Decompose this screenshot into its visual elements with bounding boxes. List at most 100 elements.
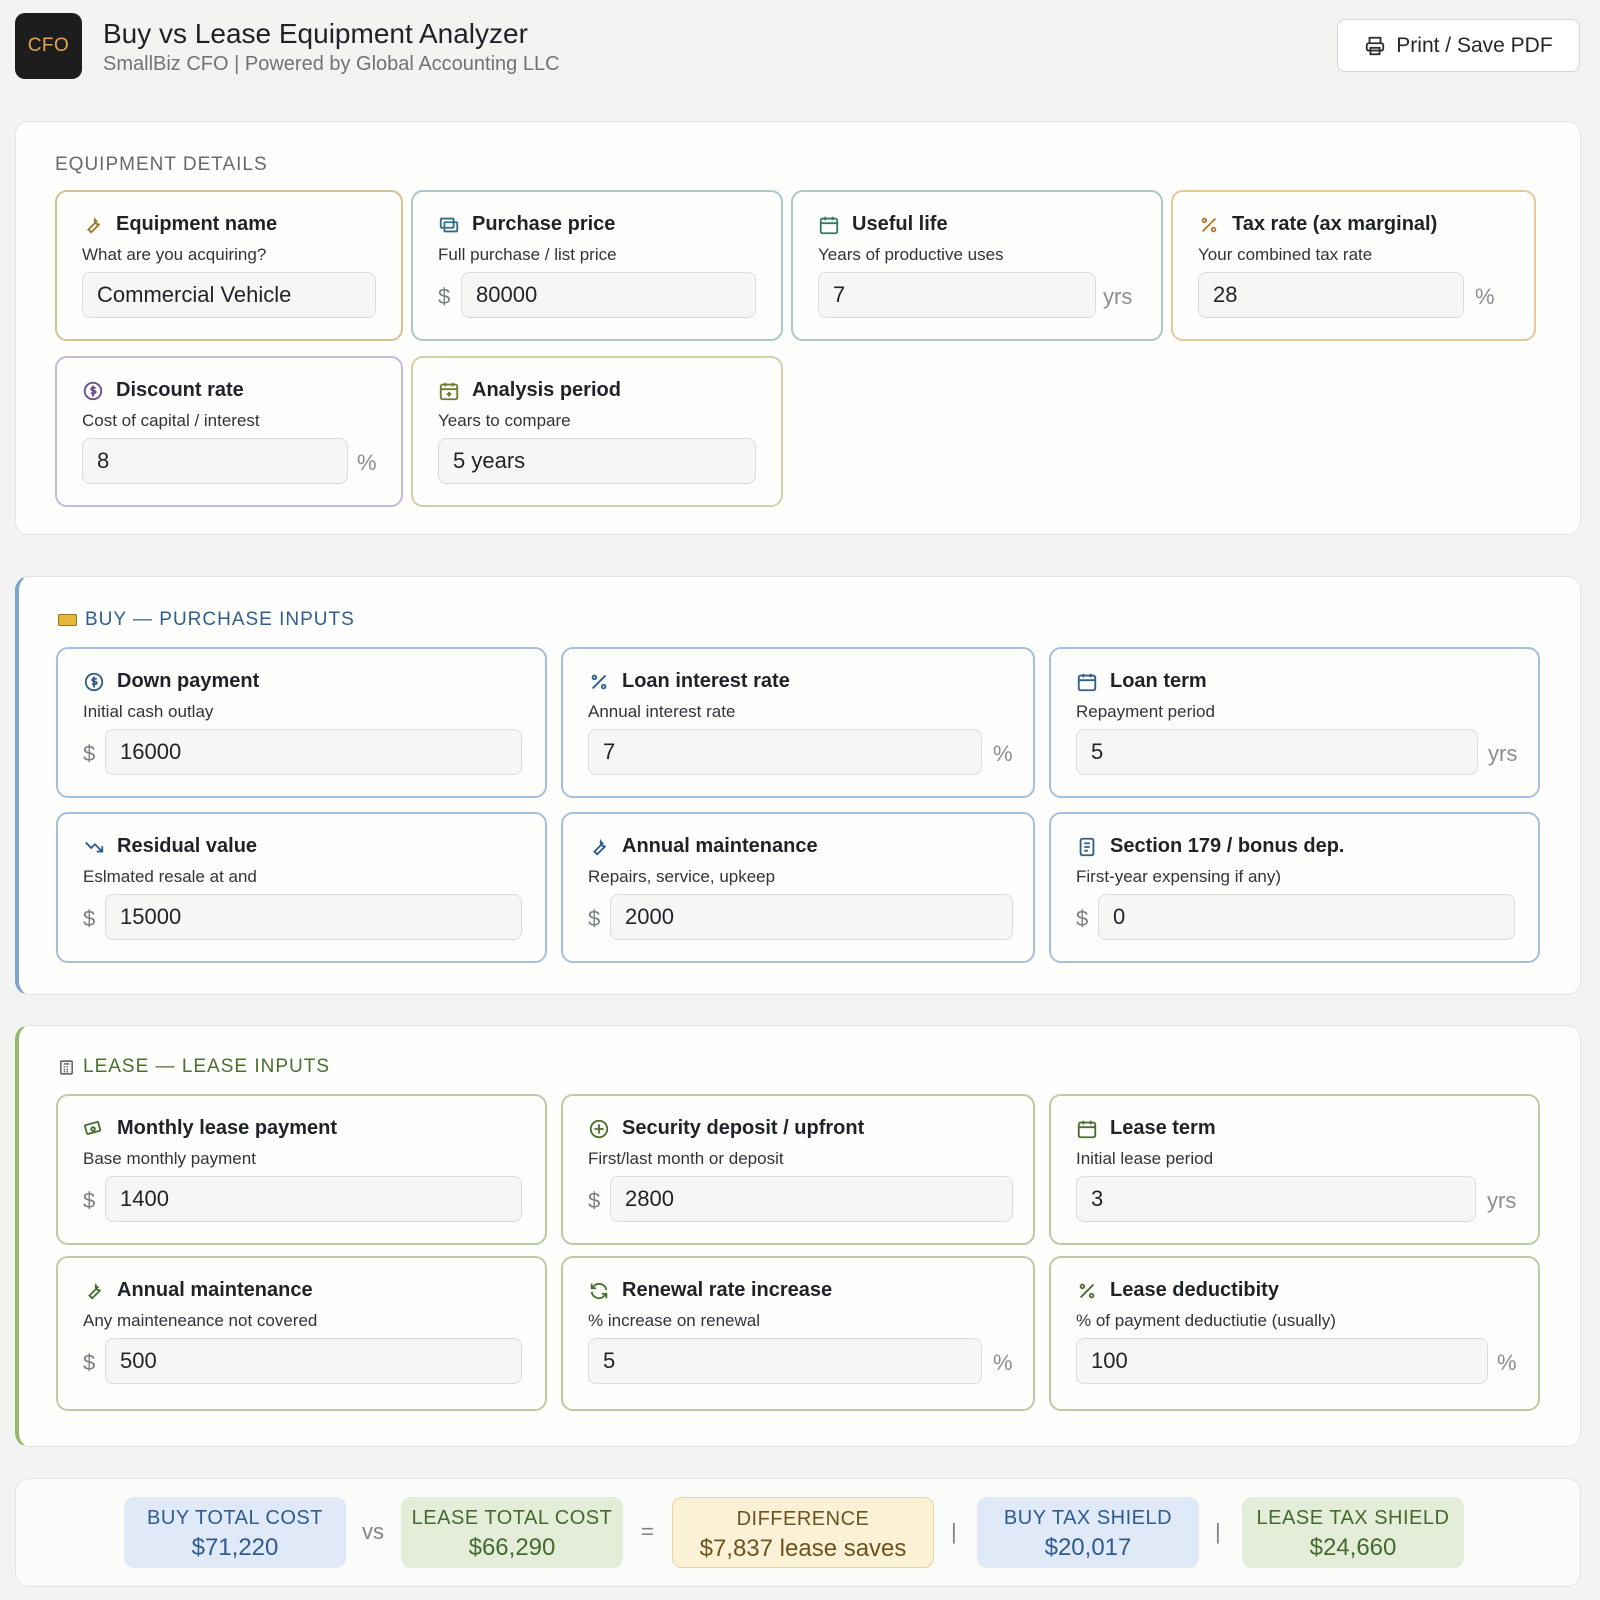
equipment-heading: EQUIPMENT DETAILS — [55, 154, 268, 175]
card-title: Useful life — [852, 213, 948, 235]
card-desc: Years to compare — [438, 411, 571, 430]
calendar-icon — [1077, 673, 1097, 691]
calendar-icon — [1077, 1120, 1097, 1138]
currency-prefix: $ — [1076, 906, 1089, 931]
currency-prefix: $ — [588, 1188, 601, 1213]
unit-suffix: % — [357, 450, 377, 475]
summary-value: $71,220 — [191, 1534, 279, 1561]
security-deposit-input[interactable]: 2800 — [610, 1176, 1013, 1222]
summary-value: $20,017 — [1044, 1534, 1132, 1561]
tax-rate-card: Tax rate (ax marginal) Your combined tax… — [1171, 190, 1536, 341]
useful-life-input[interactable]: 7 — [818, 272, 1096, 318]
wrench-icon — [87, 216, 101, 234]
buy-maintenance-input[interactable]: 2000 — [610, 894, 1013, 940]
summary-bar: BUY TOTAL COST $71,220 vs LEASE TOTAL CO… — [15, 1478, 1581, 1587]
card-title: Lease deductibity — [1110, 1279, 1279, 1301]
document-icon — [1079, 837, 1095, 856]
card-title: Equipment name — [116, 213, 278, 235]
down-payment-input[interactable]: 16000 — [105, 729, 522, 775]
card-desc: Any mainteneance not covered — [83, 1311, 318, 1330]
purchase-price-card: Purchase price Full purchase / list pric… — [411, 190, 783, 341]
card-title: Discount rate — [116, 379, 244, 401]
card-title: Security deposit / upfront — [622, 1117, 865, 1139]
card-desc: % increase on renewal — [588, 1311, 760, 1330]
bar-separator: | — [1215, 1519, 1221, 1544]
trend-down-icon — [85, 841, 104, 852]
card-desc: First-year expensing if any) — [1076, 867, 1282, 886]
buy-panel: BUY — PURCHASE INPUTS Down payment Initi… — [15, 576, 1581, 995]
app-title: Buy vs Lease Equipment Analyzer — [103, 18, 528, 49]
lease-total-cost: LEASE TOTAL COST $66,290 — [401, 1497, 623, 1568]
residual-value-card: Residual value Eslmated resale at and $ … — [56, 812, 547, 963]
card-icon — [58, 614, 77, 626]
card-title: Annual maintenance — [117, 1279, 313, 1301]
buy-heading: BUY — PURCHASE INPUTS — [58, 609, 355, 631]
plus-circle-icon — [589, 1119, 609, 1138]
buy-tax-shield: BUY TAX SHIELD $20,017 — [977, 1497, 1199, 1568]
currency-prefix: $ — [588, 906, 601, 931]
unit-suffix: yrs — [1488, 741, 1518, 766]
card-desc: Eslmated resale at and — [83, 867, 257, 886]
loan-term-input[interactable]: 5 — [1076, 729, 1478, 775]
currency-prefix: $ — [83, 741, 96, 766]
residual-value-input[interactable]: 15000 — [105, 894, 522, 940]
summary-value: $24,660 — [1309, 1534, 1397, 1561]
security-deposit-card: Security deposit / upfront First/last mo… — [561, 1094, 1035, 1245]
loan-rate-input[interactable]: 7 — [588, 729, 982, 775]
card-desc: Repayment period — [1076, 702, 1215, 721]
useful-life-card: Useful life Years of productive uses 7 y… — [791, 190, 1163, 341]
tax-rate-input[interactable]: 28 — [1198, 272, 1464, 318]
summary-label: DIFFERENCE — [736, 1508, 870, 1530]
discount-rate-input[interactable]: 8 — [82, 438, 348, 484]
summary-value: $7,837 lease saves — [699, 1535, 907, 1562]
purchase-price-input[interactable]: 80000 — [461, 272, 756, 318]
money-icon — [84, 1120, 102, 1135]
card-title: Residual value — [117, 835, 258, 857]
equipment-name-card: Equipment name What are you acquiring? C… — [55, 190, 403, 341]
section-179-input[interactable]: 0 — [1098, 894, 1515, 940]
equals-separator: = — [641, 1519, 654, 1544]
currency-prefix: $ — [438, 284, 451, 309]
card-title: Tax rate (ax marginal) — [1232, 213, 1438, 235]
renewal-rate-input[interactable]: 5 — [588, 1338, 982, 1384]
card-title: Monthly lease payment — [117, 1117, 338, 1139]
app-header: CFO Buy vs Lease Equipment Analyzer Smal… — [15, 13, 1580, 79]
lease-term-input[interactable]: 3 — [1076, 1176, 1476, 1222]
analysis-period-select[interactable]: 5 years — [438, 438, 756, 484]
equipment-panel: EQUIPMENT DETAILS Equipment name What ar… — [15, 121, 1581, 535]
card-desc: Annual interest rate — [588, 702, 736, 721]
unit-suffix: % — [993, 741, 1013, 766]
percent-icon — [591, 674, 607, 689]
wrench-icon — [593, 838, 607, 856]
loan-rate-card: Loan interest rate Annual interest rate … — [561, 647, 1035, 798]
summary-label: LEASE TOTAL COST — [411, 1507, 613, 1529]
monthly-lease-card: Monthly lease payment Base monthly payme… — [56, 1094, 547, 1245]
monthly-lease-input[interactable]: 1400 — [105, 1176, 522, 1222]
card-title: Renewal rate increase — [622, 1279, 833, 1301]
lease-heading: LEASE — LEASE INPUTS — [58, 1056, 330, 1078]
lease-term-card: Lease term Initial lease period 3 yrs — [1049, 1094, 1540, 1245]
lease-deductibility-card: Lease deductibity % of payment deductiut… — [1049, 1256, 1540, 1411]
percent-icon — [1079, 1283, 1095, 1298]
vs-separator: vs — [362, 1519, 384, 1544]
printer-icon — [1366, 36, 1385, 55]
print-button[interactable]: Print / Save PDF — [1337, 19, 1580, 72]
lease-deductibility-input[interactable]: 100 — [1076, 1338, 1488, 1384]
card-desc: Years of productive uses — [818, 245, 1004, 264]
app-subtitle: SmallBiz CFO | Powered by Global Account… — [103, 53, 560, 75]
currency-prefix: $ — [83, 906, 96, 931]
down-payment-card: Down payment Initial cash outlay $ 16000 — [56, 647, 547, 798]
print-button-label: Print / Save PDF — [1396, 33, 1553, 57]
card-title: Analysis period — [472, 379, 621, 401]
card-title: Lease term — [1110, 1117, 1216, 1139]
renewal-rate-card: Renewal rate increase % increase on rene… — [561, 1256, 1035, 1411]
lease-maintenance-input[interactable]: 500 — [105, 1338, 522, 1384]
dollar-circle-icon — [83, 381, 103, 400]
calendar-icon — [819, 216, 839, 234]
bar-separator: | — [951, 1519, 957, 1544]
card-desc: Cost of capital / interest — [82, 411, 260, 430]
buy-total-cost: BUY TOTAL COST $71,220 — [124, 1497, 346, 1568]
difference-result: DIFFERENCE $7,837 lease saves — [672, 1497, 934, 1568]
currency-prefix: $ — [83, 1350, 96, 1375]
equipment-name-input[interactable]: Commercial Vehicle — [82, 272, 376, 318]
